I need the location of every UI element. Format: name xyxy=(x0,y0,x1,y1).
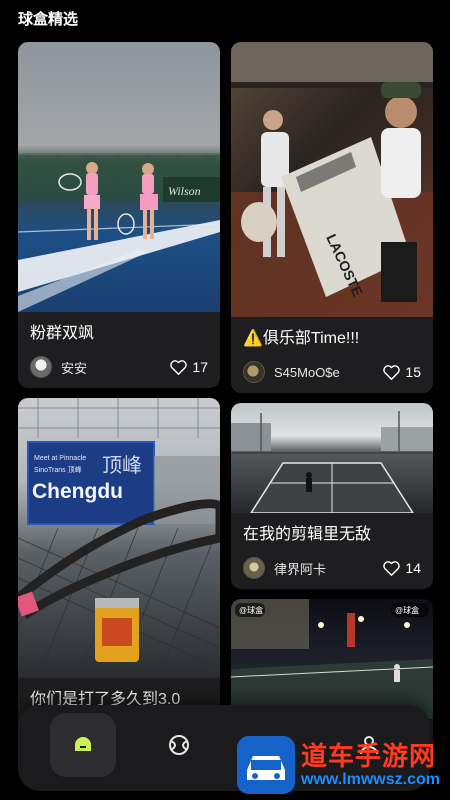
post-title[interactable]: ⚠️俱乐部Time!!! xyxy=(243,329,421,349)
like-button[interactable]: 14 xyxy=(383,560,421,576)
box-home-icon xyxy=(75,737,91,751)
post-card[interactable]: Meet at Pinnacle SinoTrans 顶峰 Chengdu 顶峰 xyxy=(18,398,220,740)
author-avatar[interactable] xyxy=(243,361,265,383)
wilson-sign: Wilson xyxy=(168,184,201,198)
feed-column-right: LACOSTE ⚠️俱乐部Time!!! S45MoO$e 15 在我的剪辑里无… xyxy=(231,42,433,769)
post-image[interactable] xyxy=(231,403,433,513)
post-title[interactable]: 粉群双飒 xyxy=(30,324,208,344)
night-court-photo: @球盒 @球盒 xyxy=(231,599,433,719)
site-watermark: 道车手游网 www.lmwwsz.com xyxy=(237,736,440,794)
banner-calligraphy: 顶峰 xyxy=(102,453,142,477)
watermark-url: www.lmwwsz.com xyxy=(301,771,440,788)
watermark-logo xyxy=(237,736,295,794)
post-card[interactable]: LACOSTE ⚠️俱乐部Time!!! S45MoO$e 15 xyxy=(231,42,433,393)
like-count: 17 xyxy=(192,359,208,375)
author-avatar[interactable] xyxy=(243,557,265,579)
author-avatar[interactable] xyxy=(30,356,52,378)
post-image[interactable]: Wilson xyxy=(18,42,220,312)
night-label-1: @球盒 xyxy=(239,605,263,615)
like-button[interactable]: 15 xyxy=(383,364,421,380)
post-image[interactable]: @球盒 @球盒 xyxy=(231,599,433,719)
author-name[interactable]: 律界阿卡 xyxy=(274,559,383,578)
like-button[interactable]: 17 xyxy=(170,359,208,375)
tennis-ball-icon xyxy=(169,735,189,755)
feed-column-left: Wilson 粉群双飒 安安 17 Meet at Pinnacle SinoT… xyxy=(18,42,220,750)
banner-chengdu: Chengdu xyxy=(32,480,123,503)
heart-icon xyxy=(170,359,188,375)
tennis-court-photo: Wilson xyxy=(18,153,220,312)
post-card[interactable]: Wilson 粉群双飒 安安 17 xyxy=(18,42,220,388)
nav-home-button[interactable] xyxy=(50,713,116,777)
banner-text-2: SinoTrans 顶峰 xyxy=(34,465,82,474)
watermark-title: 道车手游网 xyxy=(301,741,437,771)
chengdu-court-photo: Meet at Pinnacle SinoTrans 顶峰 Chengdu 顶峰 xyxy=(18,398,220,678)
author-name[interactable]: 安安 xyxy=(61,358,170,377)
car-logo-icon xyxy=(237,736,295,794)
like-count: 14 xyxy=(405,560,421,576)
heart-icon xyxy=(383,364,401,380)
banner-text-1: Meet at Pinnacle xyxy=(34,455,86,462)
night-label-2: @球盒 xyxy=(395,605,419,615)
post-image[interactable]: Meet at Pinnacle SinoTrans 顶峰 Chengdu 顶峰 xyxy=(18,398,220,678)
court-photo-bw xyxy=(231,411,433,513)
author-name[interactable]: S45MoO$e xyxy=(274,365,383,380)
post-card[interactable]: 在我的剪辑里无敌 律界阿卡 14 xyxy=(231,403,433,589)
post-image[interactable]: LACOSTE xyxy=(231,42,433,317)
nav-explore-button[interactable] xyxy=(146,713,212,777)
section-title: 球盒精选 xyxy=(18,11,79,28)
heart-icon xyxy=(383,560,401,576)
like-count: 15 xyxy=(405,364,421,380)
tennis-bag-photo: LACOSTE xyxy=(231,42,433,317)
post-title[interactable]: 在我的剪辑里无敌 xyxy=(243,525,421,545)
